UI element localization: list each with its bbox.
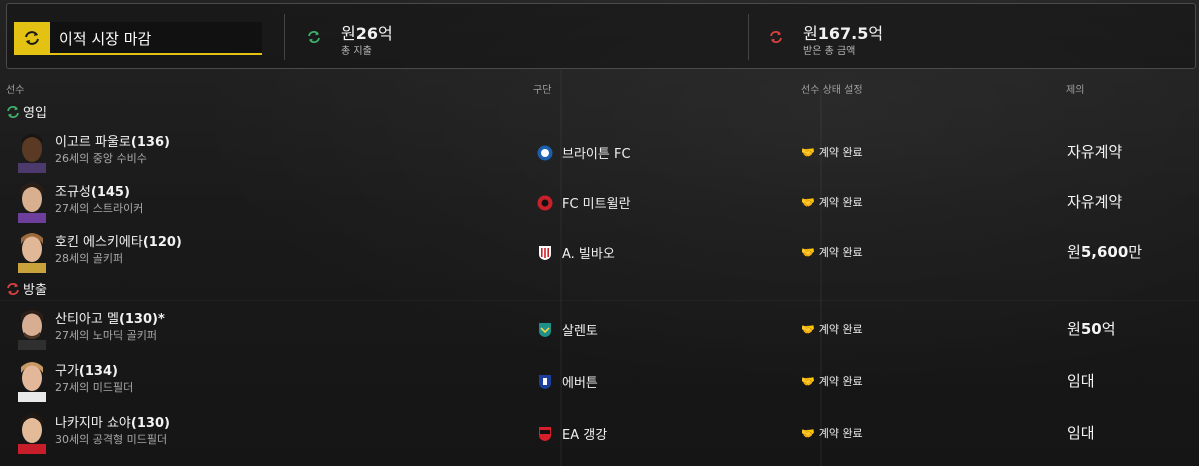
club-cell[interactable]: 에버튼 [537,372,598,391]
transfer-summary-bar: 이적 시장 마감 원26억 총 지출 원167.5억 받은 총 금액 [6,3,1196,69]
player-description: 27세의 미드필더 [55,381,134,394]
club-name: EA 갱강 [562,428,608,443]
club-cell[interactable]: FC 미트윌란 [537,193,631,212]
handshake-icon: 🤝 [801,426,815,440]
handshake-icon: 🤝 [801,245,815,259]
status-label: 계약 완료 [818,146,863,159]
status-cell[interactable]: 🤝 계약 완료 [801,194,863,210]
handshake-icon: 🤝 [801,374,815,388]
column-header-player[interactable]: 선수 [6,81,24,96]
player-description: 30세의 공격형 미드필더 [55,433,168,446]
table-row[interactable]: 이고르 파울로(136) 26세의 중앙 수비수 브라이튼 FC 🤝 계약 완료… [0,126,1199,176]
player-name[interactable]: 조규성(145) [55,181,130,200]
player-name[interactable]: 산티아고 멜(130)* [55,308,165,327]
club-cell[interactable]: 브라이튼 FC [537,143,631,162]
handshake-icon: 🤝 [801,322,815,336]
player-description: 28세의 골키퍼 [55,252,124,265]
player-avatar [14,179,50,223]
player-name[interactable]: 구가(134) [55,360,118,379]
player-name[interactable]: 호킨 에스키에타(120) [55,231,182,250]
outgoing-cycle-icon [769,29,783,48]
player-name[interactable]: 나카지마 쇼야(130) [55,412,170,431]
everton-crest-icon [539,374,551,389]
player-name[interactable]: 이고르 파울로(136) [55,131,170,150]
total-received-label: 받은 총 금액 [803,46,856,57]
section-outgoing: 방출 [6,279,47,298]
club-name: 살렌토 [562,324,598,339]
total-received-value: 원167.5억 [803,24,884,43]
status-cell[interactable]: 🤝 계약 완료 [801,373,863,389]
column-header-status[interactable]: 선수 상태 설정 [801,81,863,96]
player-description: 26세의 중앙 수비수 [55,152,147,165]
status-label: 계약 완료 [818,196,863,209]
incoming-cycle-icon [7,105,19,118]
player-avatar [14,129,50,173]
club-name: 에버튼 [562,376,598,391]
athletic-bilbao-crest-icon [539,245,551,260]
status-label: 계약 완료 [818,375,863,388]
column-header-club[interactable]: 구단 [533,81,551,96]
offer-value: 임대 [1067,372,1095,390]
incoming-cycle-icon [307,29,321,48]
club-name: A. 빌바오 [562,247,615,262]
status-cell[interactable]: 🤝 계약 완료 [801,144,863,160]
table-row[interactable]: 호킨 에스키에타(120) 28세의 골키퍼 A. 빌바오 🤝 계약 완료 원5… [0,226,1199,276]
player-avatar [14,306,50,350]
offer-value: 자유계약 [1067,193,1123,211]
player-avatar [14,410,50,454]
brighton-crest-icon [537,145,553,160]
status-cell[interactable]: 🤝 계약 완료 [801,244,863,260]
section-incoming: 영입 [6,102,47,121]
total-spent-value: 원26억 [341,24,393,43]
salento-crest-icon [539,322,551,337]
section-outgoing-label: 방출 [23,283,47,298]
club-name: 브라이튼 FC [562,147,631,162]
status-label: 계약 완료 [818,246,863,259]
transfer-cycle-icon [14,22,50,53]
table-row[interactable]: 조규성(145) 27세의 스트라이커 FC 미트윌란 🤝 계약 완료 자유계약 [0,176,1199,226]
section-incoming-label: 영입 [23,106,47,121]
club-cell[interactable]: 살렌토 [537,320,598,339]
divider [284,14,285,60]
status-cell[interactable]: 🤝 계약 완료 [801,321,863,337]
midtjylland-crest-icon [537,195,553,210]
club-cell[interactable]: A. 빌바오 [537,243,615,262]
status-label: 계약 완료 [818,427,863,440]
transfer-deadline-field[interactable]: 이적 시장 마감 [14,22,262,55]
handshake-icon: 🤝 [801,195,815,209]
player-description: 27세의 스트라이커 [55,202,144,215]
handshake-icon: 🤝 [801,145,815,159]
table-row[interactable]: 구가(134) 27세의 미드필더 에버튼 🤝 계약 완료 임대 [0,355,1199,405]
club-cell[interactable]: EA 갱강 [537,424,607,443]
divider [748,14,749,60]
player-avatar [14,358,50,402]
player-description: 27세의 노마딕 골키퍼 [55,329,157,342]
status-label: 계약 완료 [818,323,863,336]
total-spent-label: 총 지출 [341,46,372,57]
offer-value: 자유계약 [1067,143,1123,161]
table-row[interactable]: 산티아고 멜(130)* 27세의 노마딕 골키퍼 살렌토 🤝 계약 완료 원5… [0,303,1199,353]
player-avatar [14,229,50,273]
outgoing-cycle-icon [7,282,19,295]
status-cell[interactable]: 🤝 계약 완료 [801,425,863,441]
table-row[interactable]: 나카지마 쇼야(130) 30세의 공격형 미드필더 EA 갱강 🤝 계약 완료… [0,407,1199,457]
offer-value: 임대 [1067,424,1095,442]
column-header-offer[interactable]: 제의 [1066,81,1084,96]
club-name: FC 미트윌란 [562,197,631,212]
ea-guingamp-crest-icon [539,426,551,441]
transfer-deadline-label: 이적 시장 마감 [59,30,152,48]
offer-value: 원50억 [1067,320,1116,338]
offer-value: 원5,600만 [1067,243,1143,261]
